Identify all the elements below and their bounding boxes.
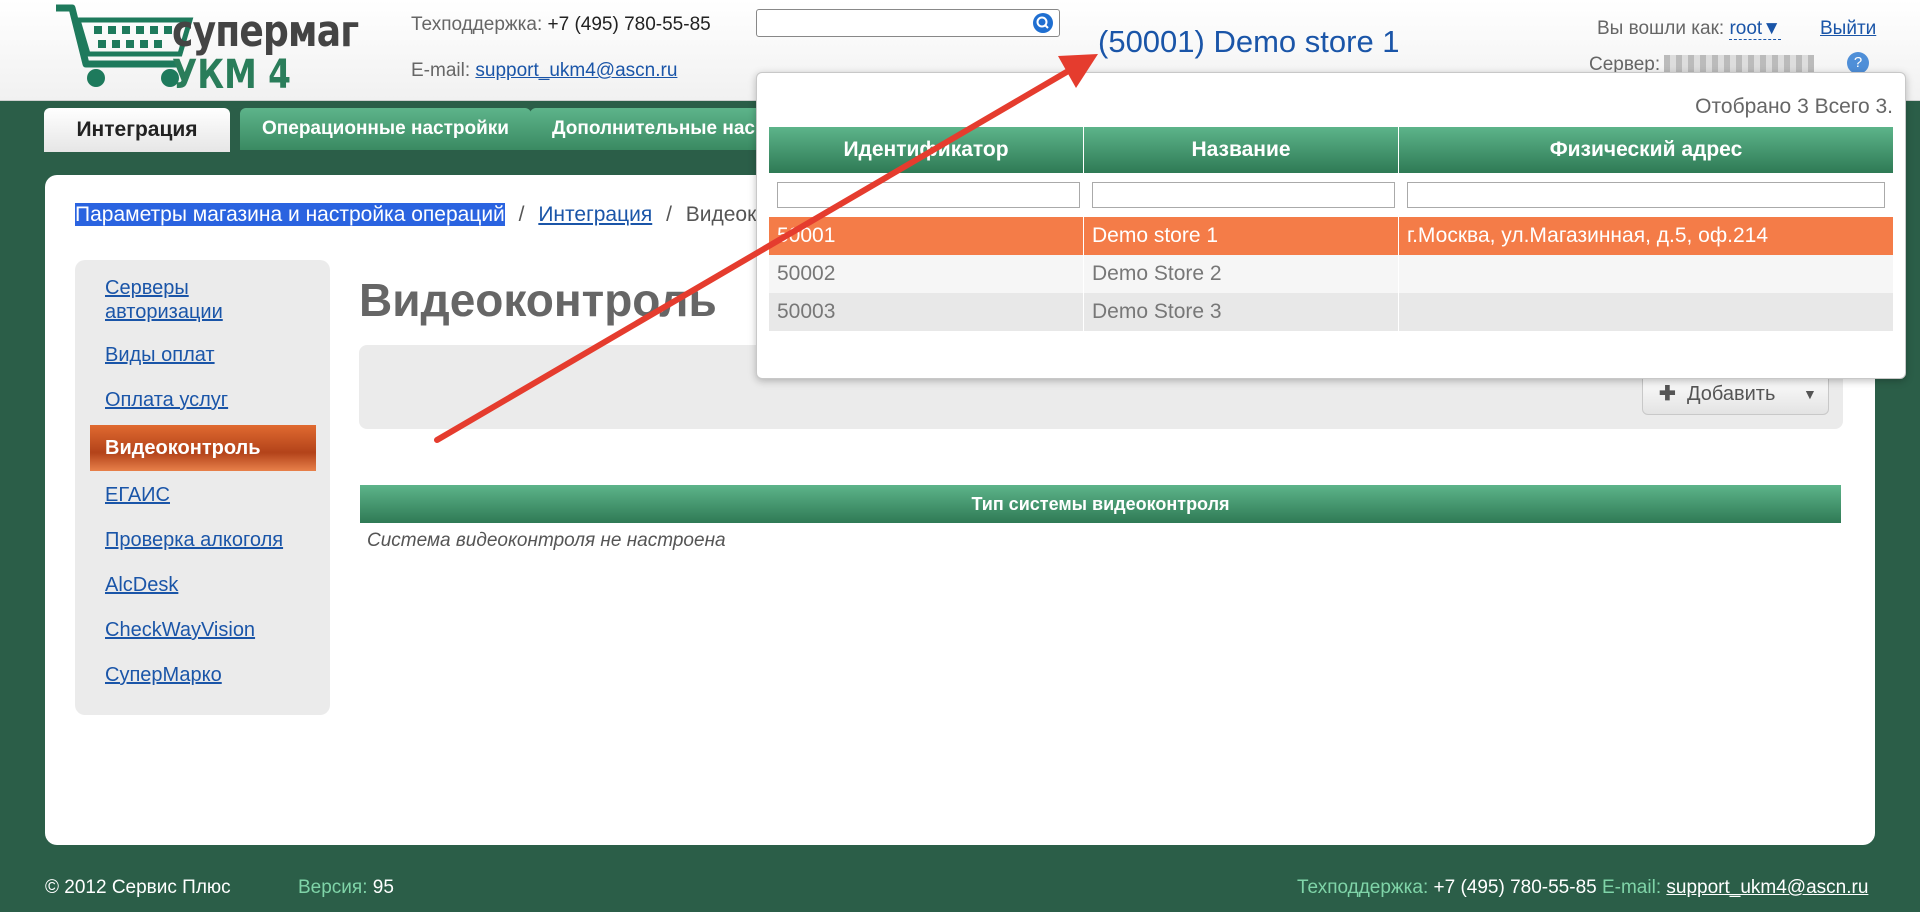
footer-copyright: © 2012 Сервис Плюс — [45, 877, 231, 898]
logo-line1: супермаг — [172, 6, 359, 57]
search-input[interactable] — [756, 9, 1060, 37]
cell-address — [1399, 293, 1893, 331]
footer-support-label: Техподдержка: — [1297, 877, 1429, 898]
cell-address — [1399, 255, 1893, 293]
footer-support-phone: +7 (495) 780-55-85 — [1433, 877, 1597, 898]
breadcrumb: Параметры магазина и настройка операций … — [75, 203, 756, 227]
sidebar-item-video-control[interactable]: Видеоконтроль — [90, 425, 316, 471]
footer-version: Версия: 95 — [298, 877, 394, 899]
filter-address-input[interactable] — [1407, 182, 1885, 208]
cell-name: Demo Store 2 — [1084, 255, 1399, 293]
cell-id: 50001 — [769, 217, 1084, 255]
help-icon[interactable]: ? — [1847, 52, 1869, 74]
user-menu[interactable]: root▼ — [1729, 18, 1781, 40]
logo-line2: УКМ 4 — [172, 52, 291, 98]
cell-address: г.Москва, ул.Магазинная, д.5, оф.214 — [1407, 224, 1769, 247]
header-support: Техподдержка: +7 (495) 780-55-85 — [411, 14, 711, 36]
cell-name: Demo store 1 — [1084, 217, 1399, 255]
table-row[interactable]: 50002 Demo Store 2 — [769, 255, 1893, 293]
cell-name: Demo Store 3 — [1084, 293, 1399, 331]
cell-id: 50002 — [769, 255, 1084, 293]
sidebar-item-payment-types[interactable]: Виды оплат — [105, 343, 215, 367]
sidebar-item-supermarko[interactable]: СуперМарко — [105, 663, 222, 687]
chevron-down-icon: ▼ — [1803, 386, 1817, 402]
add-button[interactable]: ✚ Добавить ▼ — [1642, 373, 1829, 415]
search-icon[interactable] — [1033, 13, 1053, 33]
footer-support: Техподдержка: +7 (495) 780-55-85 E-mail:… — [1297, 877, 1868, 899]
column-header-id[interactable]: Идентификатор — [769, 127, 1084, 173]
support-email-link[interactable]: support_ukm4@ascn.ru — [475, 60, 677, 81]
column-header-address[interactable]: Физический адрес — [1399, 127, 1893, 173]
tab-operational-settings[interactable]: Операционные настройки — [240, 108, 531, 150]
sidebar-item-service-payment[interactable]: Оплата услуг — [105, 388, 228, 412]
breadcrumb-current: Видеок — [685, 203, 757, 226]
filter-id-input[interactable] — [777, 182, 1080, 208]
header-email: E-mail: support_ukm4@ascn.ru — [411, 60, 677, 82]
popup-count: Отобрано 3 Всего 3. — [1695, 95, 1893, 118]
page-title: Видеоконтроль — [359, 274, 717, 326]
current-store-link[interactable]: (50001) Demo store 1 — [1098, 24, 1400, 60]
footer-email-label: E-mail: — [1601, 877, 1662, 898]
sidebar-item-alcohol-check[interactable]: Проверка алкоголя — [105, 528, 283, 552]
breadcrumb-separator: / — [666, 203, 672, 226]
tab-integration[interactable]: Интеграция — [44, 108, 230, 152]
breadcrumb-store-params[interactable]: Параметры магазина и настройка операций — [75, 203, 505, 226]
sidebar: Серверы авторизации Виды оплат Оплата ус… — [75, 260, 330, 715]
filter-name-input[interactable] — [1092, 182, 1395, 208]
table-row[interactable]: 50003 Demo Store 3 — [769, 293, 1893, 331]
sidebar-item-auth-servers[interactable]: Серверы авторизации — [105, 276, 295, 324]
store-select-popup: Отобрано 3 Всего 3. Идентификатор Назван… — [756, 72, 1906, 379]
breadcrumb-integration[interactable]: Интеграция — [538, 203, 652, 226]
support-phone: +7 (495) 780-55-85 — [547, 14, 711, 35]
support-label: Техподдержка: — [411, 14, 543, 35]
login-info: Вы вошли как: root▼ — [1597, 18, 1781, 40]
logo[interactable]: супермаг УКМ 4 — [52, 2, 359, 98]
logged-in-label: Вы вошли как: — [1597, 18, 1725, 39]
version-value: 95 — [372, 877, 394, 898]
breadcrumb-separator: / — [518, 203, 525, 226]
sidebar-item-egais[interactable]: ЕГАИС — [105, 483, 170, 507]
logout-link[interactable]: Выйти — [1820, 18, 1876, 40]
sidebar-item-checkwayvision[interactable]: CheckWayVision — [105, 618, 255, 642]
sidebar-item-alcdesk[interactable]: AlcDesk — [105, 573, 178, 597]
email-label: E-mail: — [411, 60, 471, 81]
video-table-header: Тип системы видеоконтроля — [360, 485, 1841, 523]
footer-email-link[interactable]: support_ukm4@ascn.ru — [1666, 877, 1868, 898]
add-button-label: Добавить — [1687, 383, 1776, 405]
cell-id: 50003 — [769, 293, 1084, 331]
plus-icon: ✚ — [1659, 383, 1676, 405]
video-table-empty-text: Система видеоконтроля не настроена — [367, 530, 726, 551]
column-header-name[interactable]: Название — [1084, 127, 1399, 173]
version-label: Версия: — [298, 877, 368, 898]
table-row[interactable]: 50001 Demo store 1 г.Москва, ул.Магазинн… — [769, 217, 1893, 255]
